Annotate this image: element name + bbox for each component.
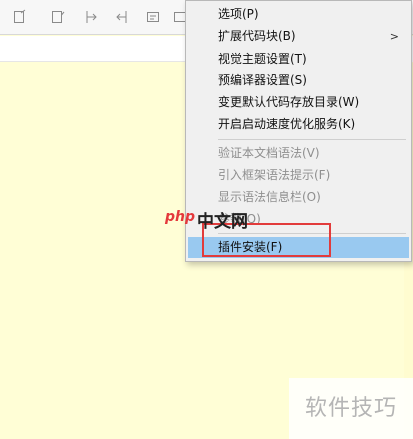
menu-item-label: 预编译器设置(S) — [218, 73, 307, 87]
menu-item-startup-optimization[interactable]: 开启启动速度优化服务(K) — [188, 114, 409, 135]
chevron-right-icon: > — [389, 30, 399, 43]
new-file-icon[interactable] — [12, 9, 28, 25]
menu-item-label: 显示语法信息栏(O) — [218, 190, 321, 204]
menu-separator — [218, 139, 406, 140]
logo-cn-text: 中文网 — [197, 212, 248, 232]
menu-item-validate-syntax: 验证本文档语法(V) — [188, 143, 409, 164]
php-cn-logo: php 中文网 — [165, 207, 265, 232]
menu-item-label: 验证本文档语法(V) — [218, 146, 320, 160]
menu-item-options[interactable]: 选项(P) — [188, 4, 409, 25]
menu-item-label: 视觉主题设置(T) — [218, 52, 307, 66]
indent-icon[interactable] — [84, 9, 100, 25]
menu-item-visual-theme[interactable]: 视觉主题设置(T) — [188, 49, 409, 70]
menu-item-label: 选项(P) — [218, 7, 259, 21]
menu-item-change-default-dir[interactable]: 变更默认代码存放目录(W) — [188, 92, 409, 113]
menu-item-extend-code-block[interactable]: 扩展代码块(B) > — [188, 26, 409, 47]
open-file-icon[interactable] — [50, 9, 66, 25]
comment-icon[interactable] — [145, 9, 161, 25]
menu-item-label: 开启启动速度优化服务(K) — [218, 117, 356, 131]
menu-item-syntax-info-bar: 显示语法信息栏(O) — [188, 187, 409, 208]
menu-item-label: 引入框架语法提示(F) — [218, 168, 331, 182]
menu-item-framework-hints: 引入框架语法提示(F) — [188, 165, 409, 186]
menu-item-label: 变更默认代码存放目录(W) — [218, 95, 360, 109]
menu-item-label: 扩展代码块(B) — [218, 29, 296, 43]
outdent-icon[interactable] — [113, 9, 129, 25]
corner-watermark: 软件技巧 — [289, 378, 413, 439]
menu-item-precompiler[interactable]: 预编译器设置(S) — [188, 70, 409, 91]
logo-php-text: php — [165, 209, 196, 225]
